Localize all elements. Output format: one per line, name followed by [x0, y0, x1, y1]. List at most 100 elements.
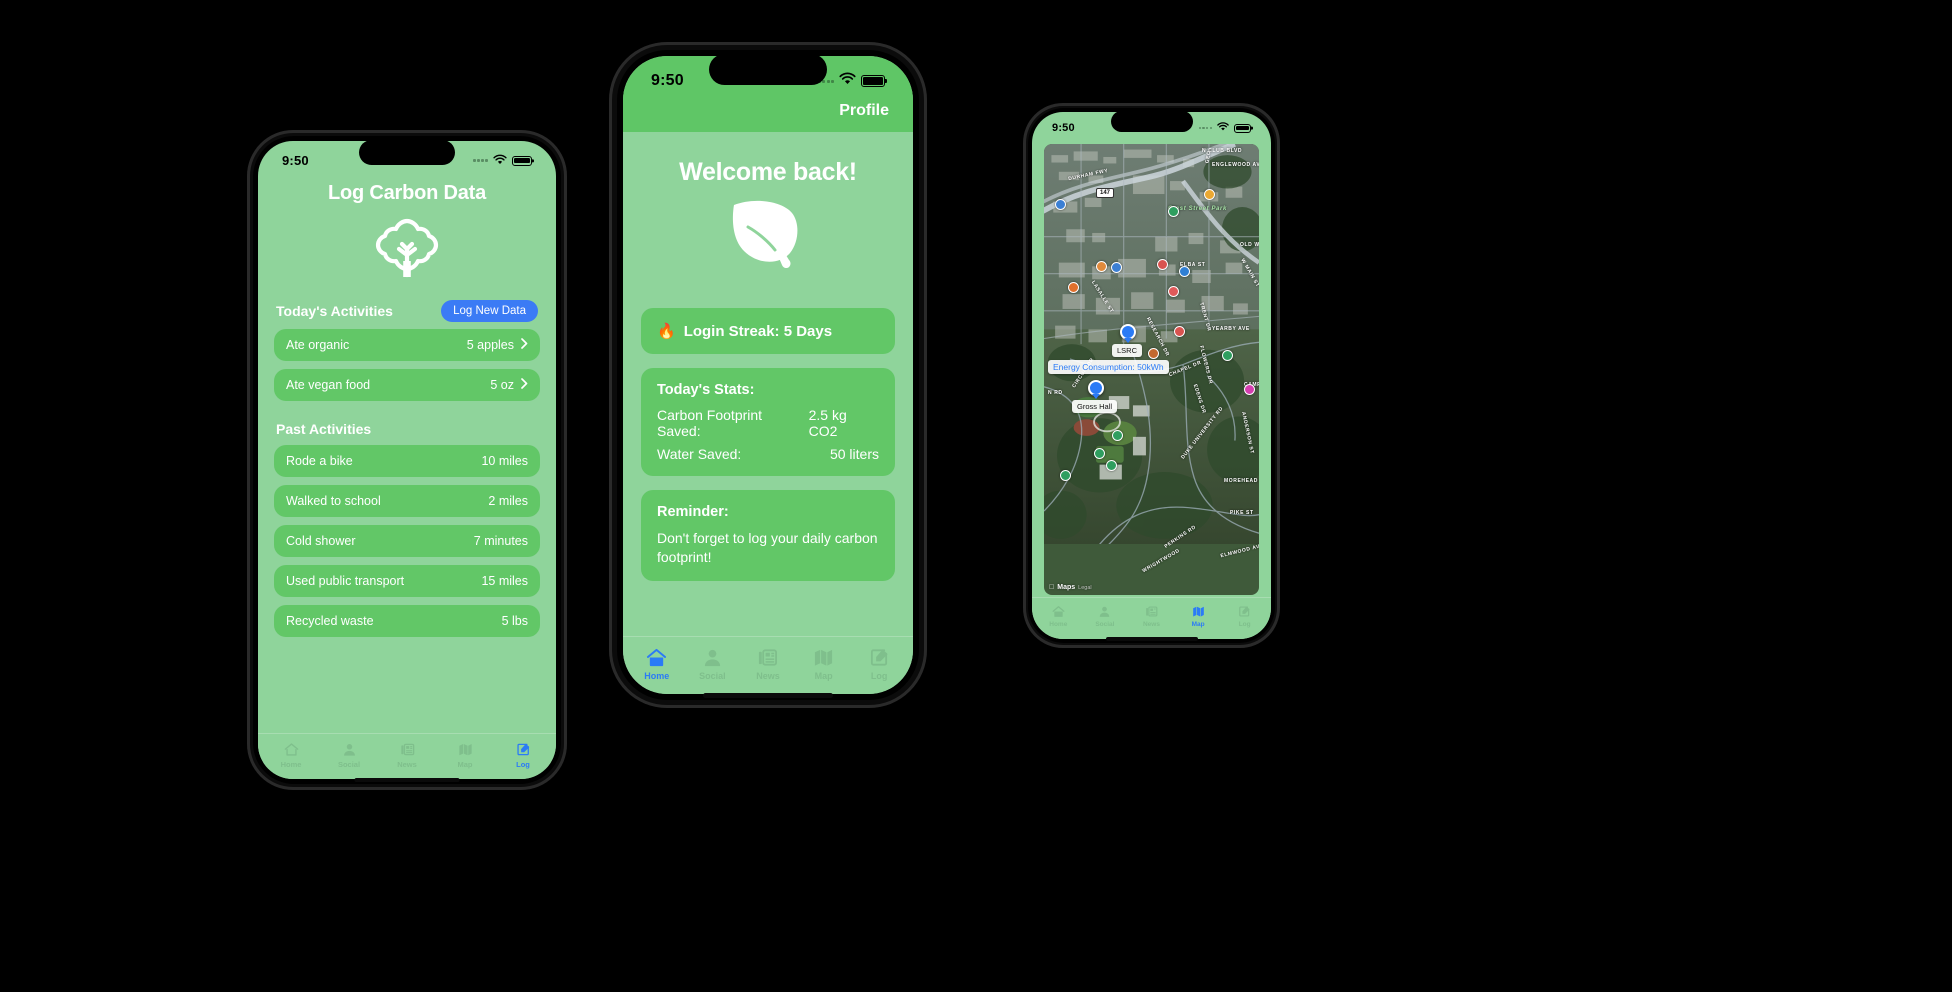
map-label: OLD W DUR: [1240, 242, 1259, 248]
tab-map[interactable]: Map: [1175, 605, 1222, 628]
past-activity-row[interactable]: Used public transport 15 miles: [274, 565, 540, 597]
map-hospital-pin[interactable]: [1168, 286, 1179, 297]
highway-shield-icon: 147: [1096, 188, 1115, 198]
tab-bar[interactable]: Home Social News Map Log: [258, 733, 556, 779]
map-icon: [813, 647, 834, 668]
map-label: WRIGHTWOOD: [1141, 547, 1182, 575]
profile-content: Welcome back! 🔥 Login Streak: 5 Days Tod…: [623, 132, 913, 636]
map-parking-pin[interactable]: [1179, 266, 1190, 277]
activity-value: 5 lbs: [501, 614, 528, 628]
leaf-icon: [724, 195, 812, 282]
phone-screen-profile: 9:50 Profile Welcome back! 🔥 Login Strea…: [623, 56, 913, 694]
map-callout-lsrc[interactable]: LSRC: [1112, 344, 1143, 357]
map-callout-gross-hall[interactable]: Gross Hall: [1072, 400, 1118, 413]
today-activity-row[interactable]: Ate vegan food 5 oz: [274, 369, 540, 401]
map-poi-pin[interactable]: [1204, 189, 1215, 200]
wifi-icon: [1217, 122, 1229, 134]
tab-news[interactable]: News: [740, 647, 796, 681]
tab-bar[interactable]: Home Social News Map Log: [1032, 597, 1271, 639]
nav-title: Profile: [839, 102, 889, 119]
stat-label: Water Saved:: [657, 446, 742, 462]
home-indicator[interactable]: [703, 693, 833, 698]
tab-news[interactable]: News: [378, 742, 436, 769]
past-section-title: Past Activities: [276, 421, 372, 437]
status-time: 9:50: [1052, 122, 1075, 134]
cellular-dots-icon: [473, 159, 488, 162]
tab-log[interactable]: Log: [1221, 605, 1268, 628]
phone-screen-log: 9:50 Log Carbon Data Today's Activities …: [258, 141, 556, 779]
map-poi-pin[interactable]: [1096, 261, 1107, 272]
tab-bar[interactable]: Home Social News Map Log: [623, 636, 913, 694]
tab-label: News: [1142, 621, 1160, 628]
map-poi-pin[interactable]: [1112, 430, 1123, 441]
wifi-icon: [493, 153, 507, 168]
map-poi-pin[interactable]: [1106, 460, 1117, 471]
cellular-dots-icon: [1198, 126, 1212, 130]
tab-social[interactable]: Social: [320, 742, 378, 769]
past-activity-row[interactable]: Walked to school 2 miles: [274, 485, 540, 517]
person-icon: [702, 647, 723, 668]
map-callout-energy-consumption[interactable]: Energy Consumption: 50kWh: [1048, 360, 1169, 374]
satellite-map-imagery: [1044, 144, 1259, 545]
status-indicators: [817, 72, 885, 90]
activity-name: Used public transport: [286, 574, 405, 588]
battery-icon: [512, 155, 532, 166]
past-activity-row[interactable]: Cold shower 7 minutes: [274, 525, 540, 557]
reminder-card: Reminder: Don't forget to log your daily…: [641, 490, 895, 581]
map-park-pin[interactable]: [1168, 206, 1179, 217]
home-indicator[interactable]: [354, 778, 460, 782]
past-activity-row[interactable]: Rode a bike 10 miles: [274, 445, 540, 477]
tab-home[interactable]: Home: [629, 647, 685, 681]
tab-map[interactable]: Map: [796, 647, 852, 681]
home-indicator[interactable]: [1105, 637, 1198, 641]
tab-social[interactable]: Social: [685, 647, 741, 681]
map-poi-pin[interactable]: [1244, 384, 1255, 395]
status-time: 9:50: [282, 153, 309, 168]
tab-log[interactable]: Log: [494, 742, 552, 769]
tab-home[interactable]: Home: [1035, 605, 1082, 628]
map-poi-pin[interactable]: [1222, 350, 1233, 361]
status-indicators: [473, 153, 532, 168]
map-poi-pin[interactable]: [1174, 326, 1185, 337]
activity-name: Cold shower: [286, 534, 356, 548]
map-poi-pin[interactable]: [1060, 470, 1071, 481]
phone-log-carbon-data: 9:50 Log Carbon Data Today's Activities …: [247, 130, 567, 790]
map-view[interactable]: DURHAM FWY ENGLEWOOD AVE N CLUB BLVD Cre…: [1044, 144, 1259, 595]
map-poi-pin[interactable]: [1157, 259, 1168, 270]
person-icon: [342, 742, 357, 757]
tab-news[interactable]: News: [1128, 605, 1175, 628]
activity-value: 5 oz: [490, 378, 514, 392]
map-container: DURHAM FWY ENGLEWOOD AVE N CLUB BLVD Cre…: [1032, 138, 1271, 597]
map-label: ELMWOOD AVE: [1219, 542, 1259, 560]
tab-label: Social: [1095, 621, 1115, 628]
welcome-heading: Welcome back!: [679, 158, 857, 186]
log-new-data-button[interactable]: Log New Data: [441, 300, 538, 322]
tab-map[interactable]: Map: [436, 742, 494, 769]
tab-label: Social: [699, 671, 726, 681]
chevron-right-icon: [521, 338, 528, 352]
map-poi-pin[interactable]: [1111, 262, 1122, 273]
map-marker-gross-hall[interactable]: [1088, 380, 1104, 396]
tab-label: Log: [870, 671, 888, 681]
tab-home[interactable]: Home: [262, 742, 320, 769]
tab-social[interactable]: Social: [1082, 605, 1129, 628]
map-marker-lsrc[interactable]: [1120, 324, 1136, 340]
past-activity-row[interactable]: Recycled waste 5 lbs: [274, 605, 540, 637]
map-poi-pin[interactable]: [1148, 348, 1159, 359]
tab-label: Map: [457, 760, 473, 769]
map-legal-link[interactable]: Legal: [1078, 585, 1091, 591]
map-poi-pin[interactable]: [1068, 282, 1079, 293]
tab-log[interactable]: Log: [851, 647, 907, 681]
home-icon: [1052, 605, 1065, 618]
map-label: PIKE ST: [1230, 510, 1254, 516]
reminder-heading: Reminder:: [657, 504, 729, 520]
phone-map: 9:50 DURHAM FWY ENGLEWOOD AV N CLUB BLVD…: [1023, 103, 1280, 648]
tab-label: Map: [814, 671, 833, 681]
activity-name: Ate vegan food: [286, 378, 371, 392]
map-icon: [1192, 605, 1205, 618]
today-activity-row[interactable]: Ate organic 5 apples: [274, 329, 540, 361]
activity-value-group: 5 apples: [467, 338, 528, 352]
fire-emoji-icon: 🔥: [657, 323, 676, 340]
map-poi-pin[interactable]: [1094, 448, 1105, 459]
map-poi-pin[interactable]: [1055, 199, 1066, 210]
